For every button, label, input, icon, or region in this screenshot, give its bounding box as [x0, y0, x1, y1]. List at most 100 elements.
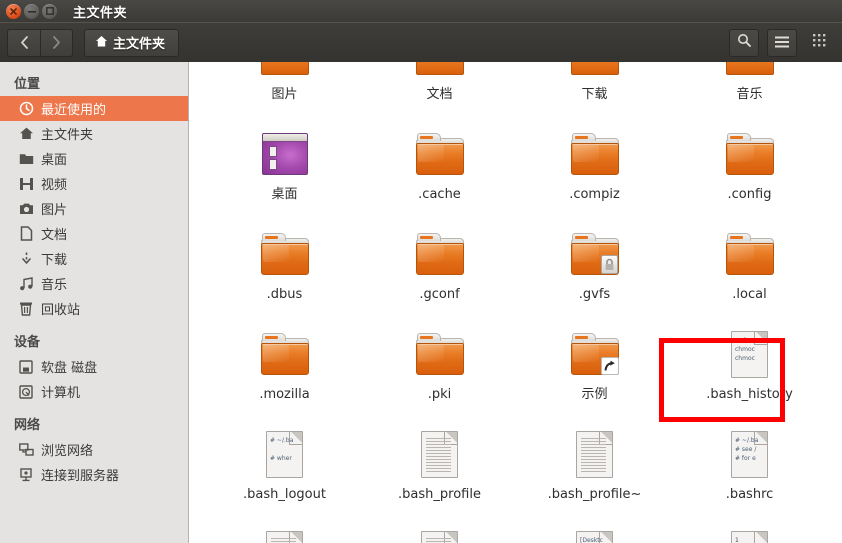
view-options-button[interactable]: [805, 29, 835, 57]
file-item-documents[interactable]: 文档: [362, 62, 517, 115]
file-name: .bash_history: [706, 387, 793, 402]
file-item-compiz[interactable]: .compiz: [517, 115, 672, 215]
document-glyph: [430, 62, 460, 65]
home-icon: [95, 33, 108, 52]
file-item-iceauthority[interactable]: 1 10 101 1010 .ICEauthority: [672, 515, 827, 543]
music-glyph: [740, 62, 770, 65]
folder-icon: [415, 323, 464, 385]
special-folder-music-icon: [725, 62, 774, 75]
doc-preview-line: # ~/.ba: [735, 436, 759, 444]
sidebar-item-label: 下载: [41, 253, 68, 268]
file-item-desktop[interactable]: 桌面: [207, 115, 362, 215]
lock-icon: [600, 255, 618, 274]
sidebar-item-desktop[interactable]: 桌面: [0, 146, 188, 171]
sidebar-item-home[interactable]: 主文件夹: [0, 121, 188, 146]
sidebar-heading-places: 位置: [14, 77, 41, 92]
sidebar-item-trash[interactable]: 回收站: [0, 296, 188, 321]
folder-icon-downloads: [570, 62, 619, 85]
file-item-downloads[interactable]: 下载: [517, 62, 672, 115]
file-item-cache[interactable]: .cache: [362, 115, 517, 215]
file-item-music[interactable]: 音乐: [672, 62, 827, 115]
file-list-view[interactable]: 图片 文档 下载 音乐 桌面 .cache .compiz .config .d…: [189, 62, 842, 543]
file-name: 示例: [581, 387, 608, 402]
file-item-config[interactable]: .config: [672, 115, 827, 215]
file-item-gconf[interactable]: .gconf: [362, 215, 517, 315]
file-item-pictures[interactable]: 图片: [207, 62, 362, 115]
file-item-bash-logout[interactable]: # ~/.ba # wher .bash_logout: [207, 415, 362, 515]
link-arrow-icon: [600, 357, 619, 375]
sidebar-heading-devices: 设备: [14, 335, 41, 350]
file-name: .gconf: [419, 287, 460, 302]
folder-icon: [260, 223, 309, 285]
sidebar-item-floppy-disk[interactable]: 软盘 磁盘: [0, 354, 188, 379]
sidebar-item-music[interactable]: 音乐: [0, 271, 188, 296]
breadcrumb-label: 主文件夹: [113, 37, 166, 52]
file-item-dbus[interactable]: .dbus: [207, 215, 362, 315]
sidebar-item-documents[interactable]: 文档: [0, 221, 188, 246]
sidebar-item-recent[interactable]: 最近使用的: [0, 96, 188, 121]
sidebar-item-videos[interactable]: 视频: [0, 171, 188, 196]
file-name: .bashrc: [725, 487, 774, 502]
folder-icon: [725, 123, 774, 185]
music-icon: [18, 276, 34, 292]
sidebar-item-label: 主文件夹: [41, 128, 94, 143]
file-name: .config: [727, 187, 772, 202]
file-item-bash-profile-tilde[interactable]: .bash_profile~: [517, 415, 672, 515]
special-folder-picture-icon: [260, 62, 309, 75]
minimize-icon[interactable]: [24, 3, 39, 19]
forward-button[interactable]: [40, 28, 73, 57]
doc-preview-line: # see /: [735, 445, 757, 453]
film-icon: [18, 176, 34, 192]
lined-document-icon: [421, 423, 458, 485]
file-name: 桌面: [271, 187, 298, 202]
sidebar: 位置 最近使用的 主文件夹 桌面 视频 图片 文档 下载 音乐 回收站 设备 软…: [0, 62, 189, 543]
titlebar: 主文件夹: [0, 0, 842, 22]
file-name: .compiz: [569, 187, 620, 202]
file-item-bashrc-double-tilde[interactable]: .bashrc~~: [362, 515, 517, 543]
home-icon: [18, 126, 34, 142]
folder-icon: [570, 123, 619, 185]
sidebar-heading-network: 网络: [14, 418, 41, 433]
doc-preview-line: # wher: [270, 454, 292, 462]
file-item-mozilla[interactable]: .mozilla: [207, 315, 362, 415]
folder-icon-pictures: [260, 62, 309, 85]
sidebar-item-pictures[interactable]: 图片: [0, 196, 188, 221]
file-name: .local: [732, 287, 767, 302]
trash-icon: [18, 301, 34, 317]
file-item-dmrc[interactable]: [Desktc Sessio .dmrc: [517, 515, 672, 543]
file-item-bashrc[interactable]: # ~/.ba # see / # for e .bashrc: [672, 415, 827, 515]
binary-document-icon: 1 10 101 1010: [731, 523, 768, 543]
doc-preview-line: # ~/.ba: [270, 436, 294, 444]
file-item-pki[interactable]: .pki: [362, 315, 517, 415]
sidebar-item-label: 视频: [41, 178, 68, 193]
file-item-bashrc-tilde[interactable]: .bashrc~: [207, 515, 362, 543]
file-item-bash-profile[interactable]: .bash_profile: [362, 415, 517, 515]
file-item-gvfs[interactable]: .gvfs: [517, 215, 672, 315]
window-body: 位置 最近使用的 主文件夹 桌面 视频 图片 文档 下载 音乐 回收站 设备 软…: [0, 62, 842, 543]
hamburger-menu-icon: [775, 33, 789, 52]
back-button[interactable]: [7, 28, 40, 57]
search-button[interactable]: [729, 28, 759, 57]
lined-document-icon: [421, 523, 458, 543]
file-item-local[interactable]: .local: [672, 215, 827, 315]
breadcrumb-item-home[interactable]: 主文件夹: [84, 28, 180, 57]
folder-icon: [725, 223, 774, 285]
sidebar-item-computer[interactable]: 计算机: [0, 379, 188, 404]
file-name: 音乐: [736, 87, 763, 102]
breadcrumb: 主文件夹: [84, 28, 180, 57]
file-item-bash-history[interactable]: sudo v chmoc chmoc .bash_history: [672, 315, 827, 415]
menu-button[interactable]: [767, 28, 797, 57]
doc-preview-line: # for e: [735, 454, 756, 462]
picture-glyph: [275, 62, 305, 65]
file-item-examples[interactable]: 示例: [517, 315, 672, 415]
sidebar-item-connect-to-server[interactable]: 连接到服务器: [0, 462, 188, 487]
doc-preview-line: chmoc: [735, 345, 755, 353]
camera-icon: [18, 201, 34, 217]
navigation-buttons: [7, 28, 73, 57]
folder-icon: [415, 223, 464, 285]
sidebar-item-browse-network[interactable]: 浏览网络: [0, 437, 188, 462]
sidebar-item-downloads[interactable]: 下载: [0, 246, 188, 271]
computer-disk-icon: [18, 384, 34, 400]
maximize-icon[interactable]: [42, 3, 57, 19]
close-icon[interactable]: [6, 3, 21, 19]
